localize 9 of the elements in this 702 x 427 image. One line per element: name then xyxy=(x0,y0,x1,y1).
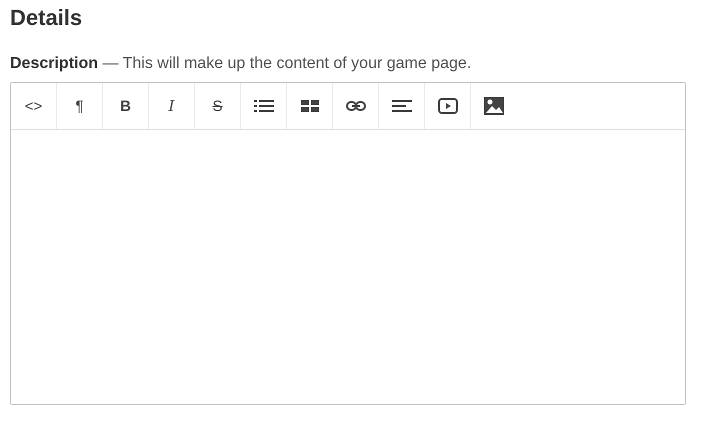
code-button[interactable]: <> xyxy=(11,83,57,129)
grid-icon xyxy=(300,99,318,113)
link-icon xyxy=(346,100,366,112)
list-icon xyxy=(254,99,274,113)
video-icon xyxy=(438,98,458,114)
align-icon xyxy=(392,99,412,113)
page-heading: Details xyxy=(10,4,82,32)
description-label: Description — This will make up the content of your game page. xyxy=(10,54,472,74)
image-icon xyxy=(484,97,504,115)
